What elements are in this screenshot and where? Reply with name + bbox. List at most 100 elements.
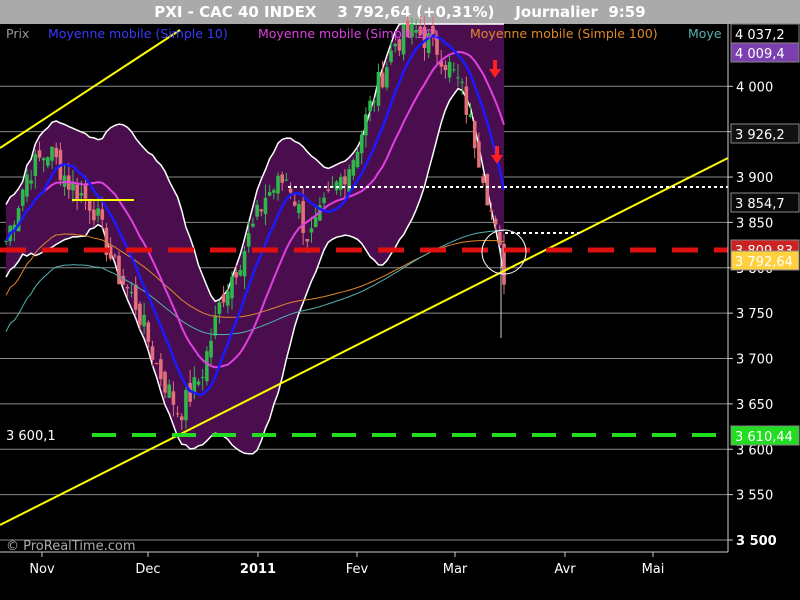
candle-body [359, 134, 364, 154]
candle-body [364, 114, 368, 136]
y-tick-label: 4 000 [736, 80, 773, 95]
candle-body [393, 43, 397, 47]
candle-body [284, 179, 289, 181]
candle-body [305, 239, 310, 242]
candle-body [146, 322, 151, 342]
legend-item-ma100: Moyenne mobile (Simple 100) [470, 26, 658, 41]
candle-body [326, 189, 331, 191]
candle-body [263, 197, 268, 215]
candle-body [113, 255, 117, 257]
candle-body [334, 181, 339, 191]
y-tick-label: 3 750 [736, 307, 773, 322]
candle-body [464, 86, 469, 115]
candle-body [217, 302, 222, 314]
candle-body [355, 151, 360, 168]
candle-body [79, 193, 84, 196]
candle-body [20, 189, 25, 206]
candle-body [175, 413, 180, 415]
ma100-price-label: 3 926,2 [735, 128, 785, 143]
candle-body [33, 154, 38, 177]
x-tick-label: Mar [443, 562, 468, 577]
legend-item-ma10: Moyenne mobile (Simple 10) [48, 26, 228, 41]
candle-body [389, 50, 393, 63]
y-tick-label: 3 900 [736, 171, 773, 186]
watermark: © ProRealTime.com [6, 539, 136, 554]
candle-body [50, 146, 54, 161]
ma10-price-label: 4 009,4 [735, 47, 785, 62]
candle-body [205, 351, 209, 382]
candle-body [267, 192, 272, 196]
plot-area [0, 24, 728, 552]
candle-body [251, 223, 255, 227]
candle-body [75, 184, 79, 201]
candle-body [83, 184, 88, 199]
candle-body [225, 291, 230, 306]
candle-body [368, 100, 372, 112]
candle-body [184, 390, 188, 421]
candle-body [25, 174, 29, 197]
candle-body [385, 67, 389, 88]
candle-body [313, 217, 318, 228]
candle-body [129, 292, 134, 294]
x-tick-label: 2011 [240, 562, 276, 577]
candle-body [87, 199, 92, 211]
candle-body [498, 232, 502, 245]
candle-body [447, 62, 452, 78]
candle-body [230, 276, 234, 299]
candle-body [142, 314, 146, 327]
candle-body [380, 72, 385, 88]
candle-body [246, 233, 251, 247]
candle-body [456, 77, 460, 79]
candle-body [472, 121, 477, 149]
legend-item-ma200: Moye [688, 26, 722, 41]
candle-body [347, 169, 351, 192]
candle-body [477, 141, 481, 168]
down-arrow-shaft [495, 146, 499, 156]
candle-body [150, 346, 155, 360]
candle-body [71, 183, 75, 191]
candle-body [451, 69, 456, 71]
y-tick-label: 3 500 [736, 534, 777, 549]
green-level-price-label: 3 610,44 [735, 430, 793, 445]
candle-body [209, 340, 213, 358]
candle-body [100, 209, 105, 220]
candle-body [29, 180, 33, 184]
candle-body [489, 210, 494, 212]
candle-body [376, 71, 381, 106]
candle-body [179, 416, 184, 421]
last-price-label: 3 792,64 [735, 255, 793, 270]
candle-body [213, 315, 218, 336]
candle-body [322, 197, 326, 203]
ma200-price-label: 3 854,7 [735, 197, 785, 212]
price-chart: 3 5003 5503 6003 6503 7003 7503 8003 850… [0, 15, 800, 577]
candle-body [276, 175, 280, 194]
candle-body [238, 269, 243, 276]
candle-body [200, 376, 205, 378]
y-tick-label: 3 650 [736, 398, 773, 413]
x-axis-ticks: Nov Dec 2011 Fev Mar Avr Mai [29, 552, 664, 577]
candle-body [255, 204, 259, 217]
candle-body [163, 371, 167, 393]
candle-body [92, 209, 96, 221]
candle-body [443, 64, 448, 71]
candle-body [288, 188, 293, 193]
candle-body [167, 384, 172, 398]
legend-item-ma20: Moyenne mobile (Simple 20) [258, 26, 438, 41]
candle-body [154, 363, 159, 365]
x-tick-label: Mai [642, 562, 665, 577]
candle-body [125, 286, 130, 289]
x-tick-label: Nov [29, 562, 55, 577]
candle-body [171, 391, 176, 405]
candle-body [121, 275, 125, 285]
candle-body [485, 173, 490, 206]
candle-body [292, 201, 297, 206]
candle-body [280, 174, 285, 183]
y-axis-ticks: 3 5003 5503 6003 6503 7003 7503 8003 850… [728, 80, 777, 549]
y-tick-label: 3 700 [736, 353, 773, 368]
y-tick-label: 3 850 [736, 216, 773, 231]
candle-body [41, 158, 46, 161]
down-arrow-shaft [493, 60, 497, 70]
candle-body [234, 272, 238, 278]
candle-body [96, 208, 100, 216]
bb-upper-price-label: 4 037,2 [735, 28, 785, 43]
